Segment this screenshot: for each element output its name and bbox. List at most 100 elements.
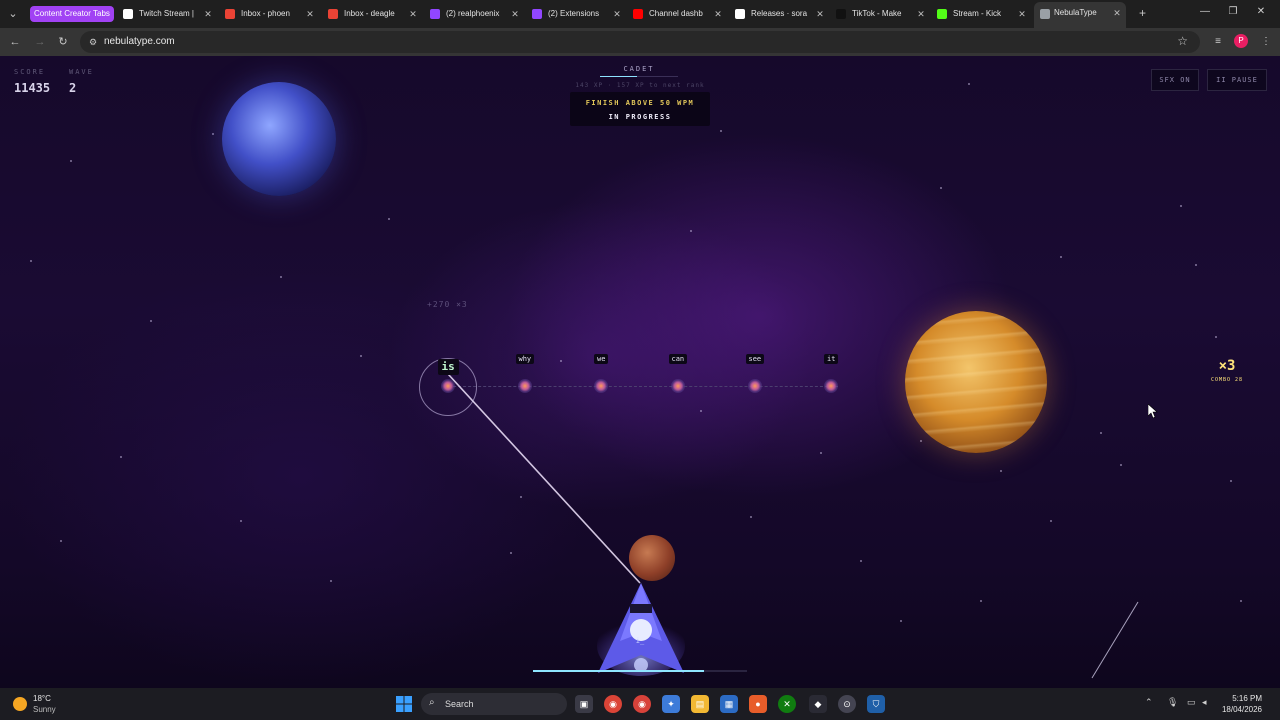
tab-label: Inbox - deagle — [344, 9, 395, 18]
word-node — [441, 379, 455, 393]
restore-icon[interactable]: ❐ — [1226, 6, 1240, 17]
mouse-cursor-icon — [1148, 404, 1158, 418]
close-tab-icon[interactable]: ✕ — [1017, 4, 1027, 24]
windows-taskbar: 18°C Sunny ⌕ Search ▣ ◉ ◉ ✦ ▤ ▦ ● ✕ ◆ ⊙ … — [0, 688, 1280, 720]
chrome-icon[interactable]: ◉ — [604, 695, 622, 713]
red-planet — [629, 535, 675, 581]
forward-icon[interactable]: → — [32, 34, 48, 50]
tab-label: Channel dashb — [649, 9, 703, 18]
xbox-icon[interactable]: ✕ — [778, 695, 796, 713]
game-canvas[interactable]: SCORE 11435 WAVE 2 CADET 143 XP · 157 XP… — [0, 56, 1280, 688]
browser-tab[interactable]: (2) realphoenix ✕ — [430, 4, 520, 24]
address-bar[interactable]: ⚙ nebulatype.com ☆ — [80, 31, 1200, 53]
word-label: we — [594, 354, 609, 364]
search-label: Search — [445, 699, 474, 709]
combo-multiplier: ×3 — [1218, 358, 1236, 374]
media-controls-icon[interactable]: ≡ — [1210, 34, 1226, 50]
new-tab-button[interactable]: + — [1139, 6, 1146, 20]
word-node — [518, 379, 532, 393]
browser-tab[interactable]: Twitch Stream | ✕ — [123, 4, 213, 24]
wave-progress-bar — [533, 670, 747, 672]
menu-icon[interactable]: ⋮ — [1258, 34, 1274, 50]
clock-date[interactable]: 18/04/2026 — [1206, 705, 1262, 714]
reload-icon[interactable]: ↻ — [55, 34, 71, 50]
close-tab-icon[interactable]: ✕ — [612, 4, 622, 24]
word-label: can — [668, 354, 688, 364]
browser-tab[interactable]: NebulaType ✕ — [1034, 2, 1126, 28]
word-node — [594, 379, 608, 393]
twitch-icon — [430, 9, 440, 19]
browser-tab[interactable]: Releases · sora ✕ — [735, 4, 825, 24]
close-tab-icon[interactable]: ✕ — [916, 4, 926, 24]
word-label: why — [515, 354, 535, 364]
word-node — [748, 379, 762, 393]
display-icon[interactable]: ▭ — [1187, 697, 1196, 708]
browser-tab[interactable]: Inbox - phoen ✕ — [225, 4, 315, 24]
gmail-icon — [328, 9, 338, 19]
windows-start-icon[interactable] — [396, 696, 412, 712]
browser-tab[interactable]: Channel dashb ✕ — [633, 4, 723, 24]
site-info-icon[interactable]: ⚙ — [87, 36, 99, 48]
tab-search-icon[interactable]: ⌄ — [4, 5, 22, 23]
close-tab-icon[interactable]: ✕ — [1112, 2, 1122, 24]
close-tab-icon[interactable]: ✕ — [713, 4, 723, 24]
app-icon[interactable]: ◆ — [809, 695, 827, 713]
copilot-icon[interactable]: ✦ — [662, 695, 680, 713]
bookmark-star-icon[interactable]: ☆ — [1177, 34, 1188, 48]
tab-label: Inbox - phoen — [241, 9, 290, 18]
recording-app-icon[interactable]: ⊙ — [838, 695, 856, 713]
close-tab-icon[interactable]: ✕ — [408, 4, 418, 24]
task-view-icon[interactable]: ▣ — [575, 695, 593, 713]
tab-label: TikTok - Make — [852, 9, 902, 18]
wave-progress-fill — [533, 670, 705, 672]
youtube-icon — [633, 9, 643, 19]
tab-label: (2) realphoenix — [446, 9, 500, 18]
gmail-icon — [225, 9, 235, 19]
clock-time[interactable]: 5:16 PM — [1214, 694, 1262, 703]
combo-count: COMBO 28 — [1210, 377, 1244, 383]
search-icon: ⌕ — [429, 697, 435, 708]
twitch-icon — [123, 9, 133, 19]
sun-icon[interactable] — [13, 697, 27, 711]
twitch-icon — [532, 9, 542, 19]
back-icon[interactable]: ← — [7, 34, 23, 50]
tab-label: Releases · sora — [751, 9, 808, 18]
chrome-profile-icon[interactable]: ◉ — [633, 695, 651, 713]
weather-temperature[interactable]: 18°C — [33, 694, 51, 703]
github-icon — [735, 9, 745, 19]
tab-label: Stream - Kick — [953, 9, 1002, 18]
microphone-icon[interactable]: 🎙 — [1167, 697, 1178, 708]
active-word-label: is — [437, 359, 459, 375]
taskbar-search[interactable]: ⌕ Search — [421, 693, 567, 715]
browser-toolbar: ← → ↻ ⚙ nebulatype.com ☆ ≡ ⋮ — [0, 28, 1280, 56]
close-tab-icon[interactable]: ✕ — [203, 4, 213, 24]
store-icon[interactable]: ▦ — [720, 695, 738, 713]
browser-tab[interactable]: Stream - Kick ✕ — [937, 4, 1027, 24]
vpn-shield-icon[interactable]: ⛉ — [867, 695, 885, 713]
tab-label: Twitch Stream | — [139, 9, 194, 18]
url-text[interactable]: nebulatype.com — [104, 31, 175, 53]
tab-group-label[interactable]: Content Creator Tabs — [30, 6, 114, 22]
profile-avatar[interactable]: P — [1234, 34, 1248, 48]
close-tab-icon[interactable]: ✕ — [510, 4, 520, 24]
browser-tab[interactable]: Inbox - deagle ✕ — [328, 4, 418, 24]
word-label: it — [824, 354, 839, 364]
browser-tab[interactable]: TikTok - Make ✕ — [836, 4, 926, 24]
file-explorer-icon[interactable]: ▤ — [691, 695, 709, 713]
browser-tab[interactable]: (2) Extensions ✕ — [532, 4, 622, 24]
media-app-icon[interactable]: ● — [749, 695, 767, 713]
word-node — [671, 379, 685, 393]
close-tab-icon[interactable]: ✕ — [815, 4, 825, 24]
close-window-icon[interactable]: ✕ — [1254, 6, 1268, 17]
player-ship — [597, 583, 685, 676]
globe-icon — [1040, 9, 1050, 19]
tiktok-icon — [836, 9, 846, 19]
word-label: see — [745, 354, 765, 364]
typed-input: i_ — [635, 637, 645, 645]
minimize-icon[interactable]: — — [1198, 6, 1212, 17]
kick-icon — [937, 9, 947, 19]
browser-tab-bar: ⌄ Content Creator Tabs Twitch Stream | ✕ I… — [0, 0, 1280, 28]
close-tab-icon[interactable]: ✕ — [305, 4, 315, 24]
tray-overflow-icon[interactable]: ⌃ — [1145, 697, 1153, 708]
weather-description[interactable]: Sunny — [33, 705, 56, 714]
